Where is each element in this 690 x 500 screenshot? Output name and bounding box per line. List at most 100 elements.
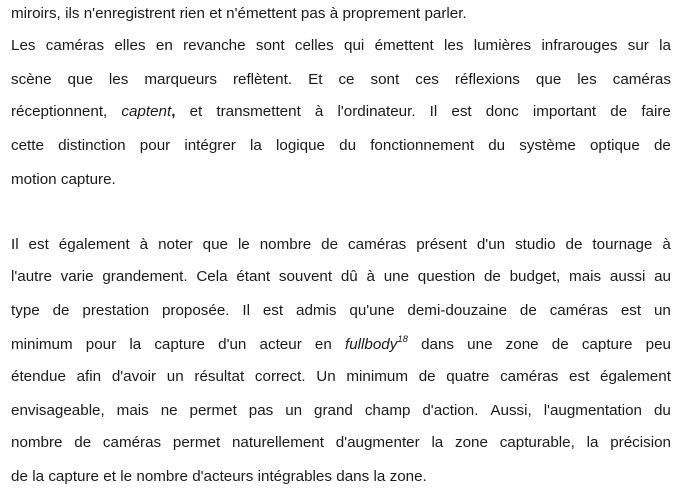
text-run: capture	[154, 336, 205, 353]
word: précision	[610, 432, 671, 454]
text-run: une	[467, 336, 493, 353]
text-run: n'enregistrent	[83, 5, 176, 22]
text-run: elles	[114, 37, 146, 54]
word: dans	[421, 334, 454, 356]
text-line: minimum pour la capture d'un acteur en fullbody…	[11, 334, 671, 356]
word: de	[74, 432, 91, 454]
word: caméras	[550, 300, 608, 322]
word: les	[444, 35, 463, 57]
text-run: Les	[11, 37, 36, 54]
text-run: afin	[76, 368, 102, 385]
word: motion	[11, 169, 57, 191]
word: de	[610, 101, 627, 123]
text-line: Les caméras elles en revanche sont celles qui ém…	[11, 35, 671, 57]
word: Les	[11, 35, 36, 57]
word: acteur	[260, 334, 302, 356]
word: caméras	[613, 69, 671, 91]
word: d'augmenter	[336, 432, 420, 454]
text-run: d'avoir	[111, 368, 157, 385]
text-line: type de prestation proposée. Il est admis qu'un…	[11, 300, 671, 322]
text-run: reflètent.	[232, 71, 293, 88]
text-run: caméras	[500, 368, 559, 385]
word: varie	[61, 266, 94, 288]
word: envisageable,	[11, 400, 105, 422]
text-run: acteur	[259, 336, 302, 353]
text-run: important	[532, 103, 597, 120]
text-line: nombre de caméras permet naturellement d'augm…	[11, 432, 671, 454]
word: et	[209, 3, 222, 25]
word: naturellement	[232, 432, 324, 454]
text-run: caméras	[348, 236, 407, 253]
text-run: à	[662, 236, 671, 253]
word: d'avoir	[112, 366, 156, 388]
word: qui	[344, 35, 364, 57]
text-run: celles	[294, 37, 334, 54]
text-run: de	[519, 302, 537, 319]
word: que	[203, 234, 228, 256]
word: de	[654, 135, 671, 157]
word: demi-douzaine	[407, 300, 507, 322]
word: de	[11, 466, 28, 488]
word: caméras	[500, 366, 558, 388]
word: le	[120, 466, 132, 488]
text-run: Cela	[196, 268, 228, 285]
word: d'acteurs	[192, 466, 253, 488]
text-run: marqueurs	[144, 71, 217, 88]
italic-text: fullbody	[344, 336, 398, 353]
word: Un	[316, 366, 335, 388]
text-run: dans	[336, 468, 370, 485]
word: nombre	[136, 466, 188, 488]
text-run: du	[653, 402, 671, 419]
word: lumières	[474, 35, 531, 57]
word: ne	[161, 400, 178, 422]
text-run: logique	[276, 137, 325, 154]
text-run: en	[155, 37, 173, 54]
word: de	[53, 300, 70, 322]
text-run: la	[586, 434, 599, 451]
word: permet	[190, 400, 237, 422]
word: la	[373, 466, 385, 488]
word: miroirs,	[11, 3, 61, 25]
word: étendue	[11, 366, 66, 388]
text-run: la	[129, 336, 142, 353]
word: zone	[455, 432, 488, 454]
text-run: ne	[160, 402, 178, 419]
text-run: capture	[48, 468, 99, 485]
text-run: aussi	[609, 268, 646, 285]
text-run: fonctionnement	[370, 137, 475, 154]
text-run: tournage	[592, 236, 653, 253]
text-run: demi-douzaine	[407, 302, 508, 319]
word: infrarouges	[541, 35, 617, 57]
word: Il	[11, 234, 19, 256]
text-run: à	[329, 5, 339, 22]
word: la	[32, 466, 44, 488]
text-run: caméras	[612, 71, 671, 88]
text-run: ces	[415, 71, 439, 88]
word: question	[418, 266, 475, 288]
text-run: à	[314, 103, 324, 120]
word: à	[330, 3, 338, 25]
text-run: nombre	[259, 236, 312, 253]
word: champ	[365, 400, 411, 422]
word: quatre	[446, 366, 489, 388]
text-run: Il	[242, 302, 250, 319]
text-run: caméras	[45, 37, 105, 54]
text-run: l'ordinateur.	[337, 103, 416, 120]
word: étant	[236, 266, 270, 288]
text-run: présent	[416, 236, 467, 253]
text-run: type	[11, 302, 40, 319]
word: prestation	[82, 300, 149, 322]
word: en	[156, 35, 173, 57]
text-run: pas	[300, 5, 326, 22]
text-run: la	[250, 137, 262, 154]
text-run: prestation	[82, 302, 150, 319]
text-run: d'augmenter	[335, 434, 420, 451]
word: fonctionnement	[370, 135, 474, 157]
word: la	[659, 35, 671, 57]
text-run: du	[488, 137, 506, 154]
word: d'un	[477, 234, 505, 256]
word: système	[519, 135, 576, 157]
text-run: de	[74, 434, 92, 451]
text-run: étendue	[11, 368, 66, 385]
text-run: l'autre	[11, 268, 52, 285]
